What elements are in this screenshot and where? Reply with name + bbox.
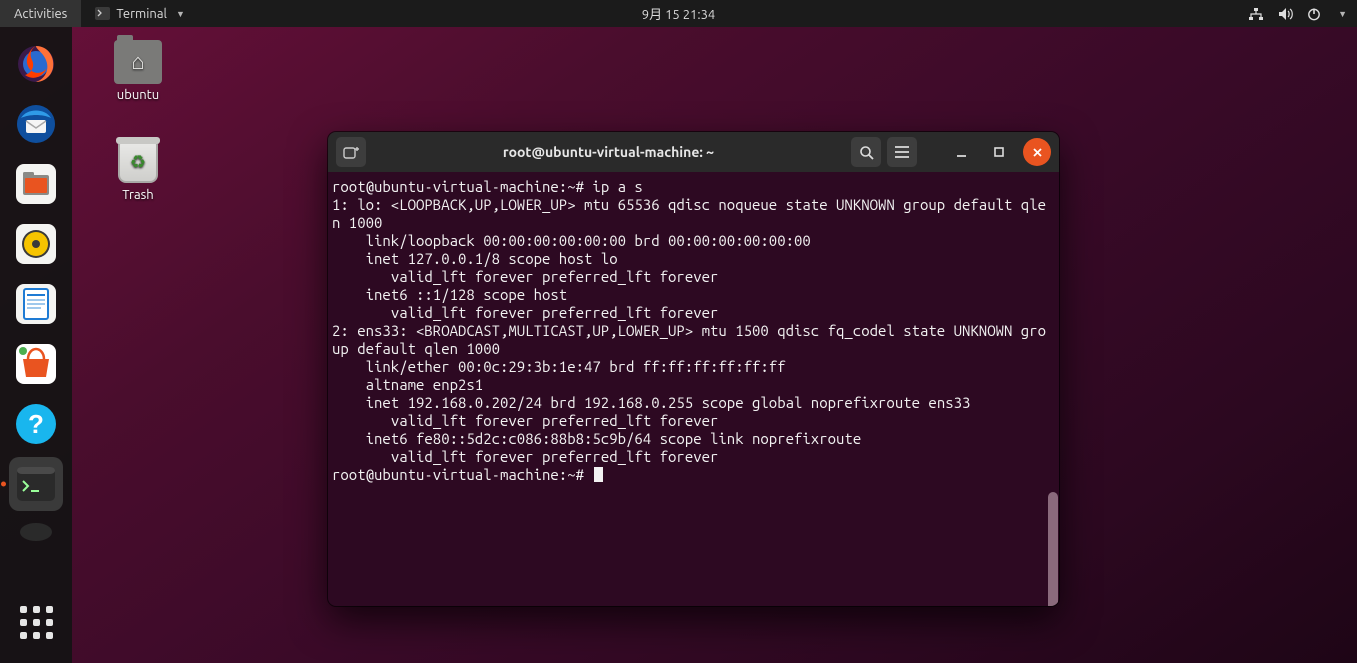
dock-app-thunderbird[interactable] [9,97,63,151]
close-button[interactable] [1023,138,1051,166]
power-icon[interactable] [1307,7,1321,21]
terminal-cursor [594,467,603,482]
desktop-icon-home[interactable]: ⌂ ubuntu [98,40,178,102]
system-menu-chevron-icon[interactable]: ▼ [1338,9,1347,19]
desktop-icon-home-label: ubuntu [98,88,178,102]
home-icon: ⌂ [131,49,144,75]
dock: ? [0,27,72,663]
show-applications-button[interactable] [9,595,63,649]
svg-text:?: ? [28,409,44,439]
window-titlebar[interactable]: root@ubuntu-virtual-machine: ~ [328,132,1059,172]
dock-updates-indicator[interactable] [9,517,63,547]
dock-app-rhythmbox[interactable] [9,217,63,271]
terminal-prompt-1: root@ubuntu-virtual-machine:~# [332,178,584,195]
dock-app-files[interactable] [9,157,63,211]
app-menu-label: Terminal [116,7,167,21]
activities-button[interactable]: Activities [0,0,81,27]
recycle-icon: ♻ [120,143,156,181]
search-button[interactable] [851,137,881,167]
desktop-icon-trash[interactable]: ♻ Trash [98,140,178,202]
window-title: root@ubuntu-virtual-machine: ~ [372,144,845,160]
hamburger-menu-button[interactable] [887,137,917,167]
terminal-window: root@ubuntu-virtual-machine: ~ root@ubun… [328,132,1059,606]
terminal-scrollbar[interactable] [1048,492,1058,606]
new-tab-button[interactable] [336,137,366,167]
clock[interactable]: 9月 15 21:34 [642,4,715,23]
dock-app-firefox[interactable] [9,37,63,91]
terminal-output: 1: lo: <LOOPBACK,UP,LOWER_UP> mtu 65536 … [332,196,1046,465]
terminal-command-1: ip a s [592,178,642,195]
network-icon[interactable] [1248,7,1264,21]
minimize-button[interactable] [947,138,975,166]
dock-app-writer[interactable] [9,277,63,331]
maximize-button[interactable] [985,138,1013,166]
volume-icon[interactable] [1278,7,1293,21]
dock-app-terminal[interactable] [9,457,63,511]
app-menu-button[interactable]: Terminal ▼ [81,0,199,27]
desktop-icon-trash-label: Trash [98,188,178,202]
activities-label: Activities [14,7,67,21]
terminal-prompt-2: root@ubuntu-virtual-machine:~# [332,466,584,483]
chevron-down-icon: ▼ [176,9,185,19]
dock-app-help[interactable]: ? [9,397,63,451]
clock-label: 9月 15 21:34 [642,8,715,22]
terminal-small-icon [95,7,110,20]
dock-app-software[interactable] [9,337,63,391]
terminal-body[interactable]: root@ubuntu-virtual-machine:~# ip a s 1:… [328,172,1059,606]
top-bar: Activities Terminal ▼ 9月 15 21:34 ▼ [0,0,1357,27]
